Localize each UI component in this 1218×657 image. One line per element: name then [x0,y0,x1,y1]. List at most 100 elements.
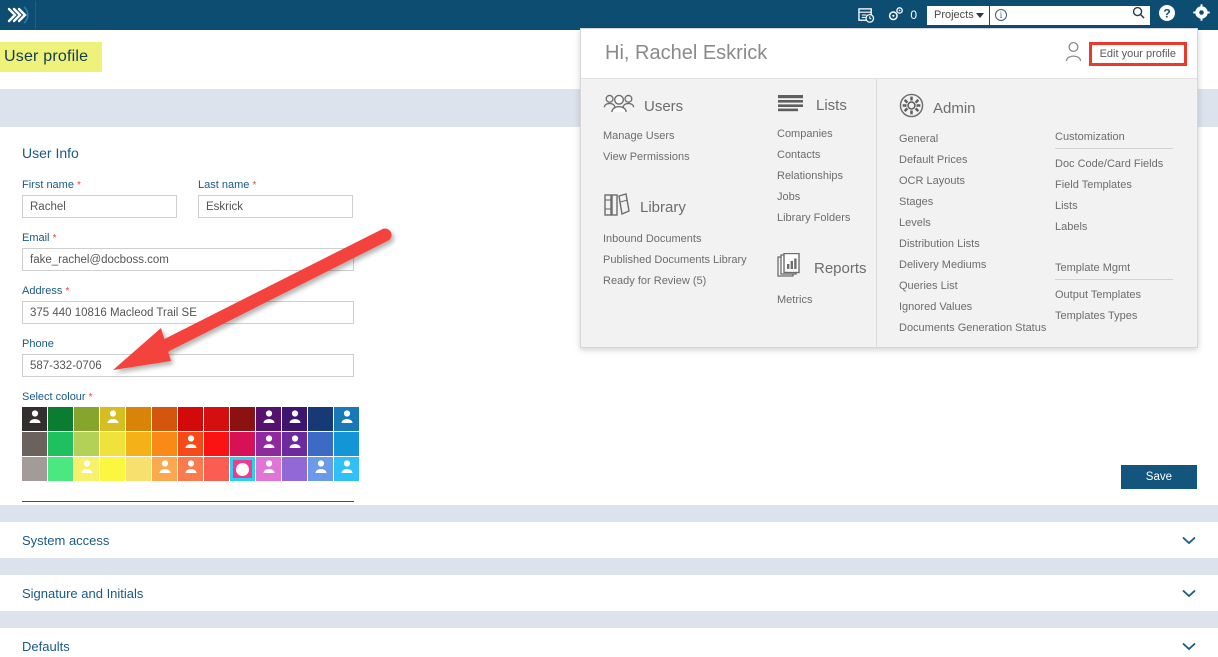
accordion-header[interactable]: System access [0,522,1218,558]
colour-swatch[interactable] [204,407,229,431]
report-clock-icon[interactable] [849,0,883,30]
colour-swatch[interactable] [282,407,307,431]
lists-link[interactable]: Library Folders [777,212,876,224]
colour-swatch[interactable] [282,432,307,456]
admin-link[interactable]: Delivery Mediums [899,259,1055,271]
colour-swatch[interactable] [178,432,203,456]
library-link[interactable]: Ready for Review (5) [603,275,755,287]
colour-swatch[interactable] [230,407,255,431]
help-button[interactable]: ? [1150,0,1184,30]
accordion-header[interactable]: Signature and Initials [0,575,1218,611]
required-marker: * [65,286,70,297]
colour-swatch[interactable] [152,432,177,456]
last-name-input[interactable] [198,195,353,218]
admin-link[interactable]: Distribution Lists [899,238,1055,250]
colour-swatch[interactable] [334,407,359,431]
chevron-down-icon[interactable] [1182,533,1196,547]
colour-swatch[interactable] [48,457,73,481]
avatar-silhouette-icon [314,460,327,479]
admin-link[interactable]: Default Prices [899,154,1055,166]
email-input[interactable] [22,248,354,271]
colour-swatch[interactable] [282,457,307,481]
customization-link[interactable]: Labels [1055,221,1185,233]
colour-swatch[interactable] [334,432,359,456]
colour-swatch[interactable] [100,457,125,481]
library-link[interactable]: Published Documents Library [603,254,755,266]
admin-link[interactable]: Ignored Values [899,301,1055,313]
project-select[interactable]: Projects [927,5,989,25]
admin-link[interactable]: OCR Layouts [899,175,1055,187]
admin-link[interactable]: Levels [899,217,1055,229]
template-mgmt-link[interactable]: Output Templates [1055,289,1185,301]
colour-swatch[interactable] [308,407,333,431]
colour-swatch[interactable] [204,432,229,456]
save-button-row: Save [1120,465,1197,489]
admin-link[interactable]: Queries List [899,280,1055,292]
library-link[interactable]: Inbound Documents [603,233,755,245]
colour-swatch[interactable] [230,432,255,456]
chevron-down-icon[interactable] [1182,586,1196,600]
app-logo[interactable] [2,1,36,29]
colour-swatch[interactable] [22,407,47,431]
colour-swatch[interactable] [256,457,281,481]
address-input[interactable] [22,301,354,324]
colour-swatch[interactable] [204,457,229,481]
colour-swatch[interactable] [126,407,151,431]
gears-counter[interactable]: 0 [883,6,927,25]
colour-swatch[interactable] [308,432,333,456]
lists-link[interactable]: Companies [777,128,876,140]
admin-link[interactable]: Stages [899,196,1055,208]
customization-link[interactable]: Field Templates [1055,179,1185,191]
template-mgmt-link[interactable]: Templates Types [1055,310,1185,322]
colour-swatch-grid[interactable] [22,407,359,481]
colour-swatch[interactable] [152,457,177,481]
colour-swatch[interactable] [100,407,125,431]
colour-swatch[interactable] [334,457,359,481]
page-title-highlight: User profile [0,42,103,72]
admin-link[interactable]: Documents Generation Status [899,322,1055,334]
colour-swatch[interactable] [74,457,99,481]
lists-link[interactable]: Relationships [777,170,876,182]
gear-icon [1192,4,1210,26]
edit-your-profile-button[interactable]: Edit your profile [1088,41,1187,66]
select-colour-label: Select colour * [22,391,1196,403]
library-group-header: Library [603,192,755,223]
reports-links: Metrics [777,294,876,306]
colour-swatch[interactable] [126,432,151,456]
info-circle-icon: i [995,9,1007,21]
search-input[interactable] [1011,9,1128,21]
colour-swatch[interactable] [126,457,151,481]
accordion-header[interactable]: Defaults [0,628,1218,657]
colour-swatch[interactable] [152,407,177,431]
search-box[interactable]: i [990,5,1150,25]
colour-swatch[interactable] [100,432,125,456]
reports-link[interactable]: Metrics [777,294,876,306]
colour-swatch[interactable] [230,457,255,481]
users-link[interactable]: View Permissions [603,151,755,163]
phone-input[interactable] [22,354,354,377]
first-name-input[interactable] [22,195,177,218]
customization-link[interactable]: Lists [1055,200,1185,212]
users-link[interactable]: Manage Users [603,130,755,142]
colour-swatch[interactable] [256,432,281,456]
colour-swatch[interactable] [308,457,333,481]
admin-link[interactable]: General [899,133,1055,145]
colour-swatch[interactable] [48,432,73,456]
customization-link[interactable]: Doc Code/Card Fields [1055,158,1185,170]
colour-swatch[interactable] [22,457,47,481]
chevron-down-icon[interactable] [1182,639,1196,653]
save-button[interactable]: Save [1120,465,1197,489]
colour-swatch[interactable] [256,407,281,431]
lists-link[interactable]: Jobs [777,191,876,203]
colour-swatch[interactable] [74,407,99,431]
settings-button[interactable] [1184,0,1218,30]
colour-swatch[interactable] [74,432,99,456]
colour-swatch[interactable] [178,457,203,481]
colour-swatch[interactable] [22,432,47,456]
accordion-gap [0,611,1218,628]
colour-swatch[interactable] [48,407,73,431]
lists-link[interactable]: Contacts [777,149,876,161]
lists-group-title: Lists [816,97,847,114]
search-icon[interactable] [1132,6,1145,24]
colour-swatch[interactable] [178,407,203,431]
